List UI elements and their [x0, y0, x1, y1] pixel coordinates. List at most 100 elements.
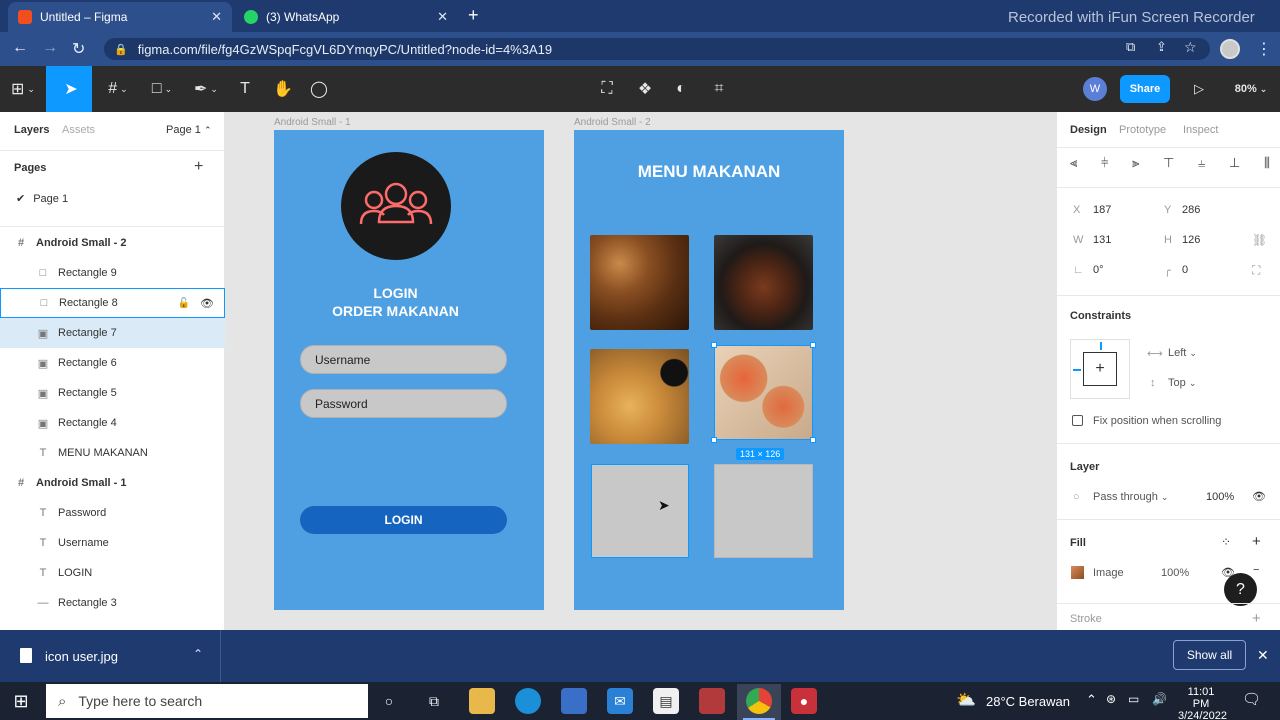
- share-button[interactable]: Share: [1120, 75, 1170, 103]
- layer-rectangle-6[interactable]: ▣ Rectangle 6: [0, 348, 225, 378]
- main-menu-icon[interactable]: ⊞ ⌄: [8, 78, 38, 100]
- user-avatar[interactable]: W: [1083, 77, 1107, 101]
- resize-handle[interactable]: [711, 437, 717, 443]
- tab-prototype[interactable]: Prototype: [1119, 124, 1166, 136]
- close-icon[interactable]: ✕: [1257, 647, 1269, 664]
- cortana-icon[interactable]: ○: [376, 688, 402, 714]
- page-selector[interactable]: Page 1 ⌃: [166, 124, 211, 136]
- share-page-icon[interactable]: ⇪: [1156, 39, 1167, 55]
- battery-icon[interactable]: ▭: [1128, 692, 1139, 706]
- forward-icon[interactable]: →: [42, 39, 58, 57]
- constrain-proportions-icon[interactable]: ⛓: [1252, 233, 1267, 247]
- layer-rectangle-5[interactable]: ▣ Rectangle 5: [0, 378, 225, 408]
- present-icon[interactable]: ▷: [1188, 78, 1210, 100]
- rectangle-9[interactable]: [714, 464, 813, 558]
- url-field[interactable]: 🔒 figma.com/file/fg4GzWSpqFcgVL6DYmqyPC/…: [104, 38, 1210, 60]
- layer-menu-makanan[interactable]: T MENU MAKANAN: [0, 438, 225, 468]
- y-field[interactable]: 286: [1182, 204, 1200, 216]
- close-icon[interactable]: ✕: [437, 9, 448, 25]
- store-icon[interactable]: [561, 688, 587, 714]
- layer-username[interactable]: T Username: [0, 528, 225, 558]
- h-field[interactable]: 126: [1182, 234, 1200, 246]
- vertical-constraint-dropdown[interactable]: Top ⌄: [1168, 377, 1196, 389]
- help-button[interactable]: ?: [1224, 573, 1257, 606]
- tab-design[interactable]: Design: [1070, 124, 1107, 136]
- pen-tool-icon[interactable]: ✒ ⌄: [190, 78, 222, 100]
- notification-icon[interactable]: 🗨: [1242, 690, 1261, 708]
- remove-fill-icon[interactable]: −: [1253, 564, 1259, 576]
- layer-rectangle-8[interactable]: □ Rectangle 8 🔓 👁: [0, 288, 225, 318]
- download-item[interactable]: icon user.jpg ⌃: [0, 630, 221, 682]
- align-top-icon[interactable]: ⊤: [1163, 155, 1174, 171]
- resize-handle[interactable]: [810, 437, 816, 443]
- eye-icon[interactable]: 👁: [200, 297, 214, 310]
- cursor-icon[interactable]: ➤: [56, 78, 86, 100]
- food-image-rectangle-5[interactable]: [714, 235, 813, 330]
- task-view-icon[interactable]: ⧉: [421, 688, 447, 714]
- comment-tool-icon[interactable]: ◯: [308, 78, 330, 100]
- username-field[interactable]: Username: [300, 345, 507, 374]
- weather-text[interactable]: 28°C Berawan: [986, 694, 1070, 709]
- weather-icon[interactable]: ⛅: [956, 690, 976, 710]
- styles-icon[interactable]: ⁘: [1221, 535, 1231, 549]
- align-bottom-icon[interactable]: ⊥: [1229, 155, 1240, 171]
- food-image-rectangle-6[interactable]: [590, 349, 689, 444]
- constraints-widget[interactable]: +: [1070, 339, 1130, 399]
- align-center-h-icon[interactable]: ⫩: [1101, 155, 1108, 171]
- rectangle-8[interactable]: [591, 464, 689, 558]
- chrome-taskbar-active[interactable]: [737, 684, 781, 720]
- profile-avatar[interactable]: [1220, 39, 1240, 59]
- crop-icon[interactable]: ⌗: [708, 78, 730, 100]
- reload-icon[interactable]: ↻: [72, 39, 85, 59]
- tab-whatsapp[interactable]: (3) WhatsApp ✕: [234, 2, 458, 32]
- tab-layers[interactable]: Layers: [14, 124, 49, 136]
- tab-figma[interactable]: Untitled – Figma ✕: [8, 2, 232, 32]
- add-fill-icon[interactable]: +: [1252, 533, 1261, 550]
- resize-handle[interactable]: [810, 342, 816, 348]
- frame2-label[interactable]: Android Small - 2: [574, 117, 651, 128]
- create-component-icon[interactable]: ❖: [634, 78, 656, 100]
- fill-opacity-field[interactable]: 100%: [1161, 567, 1189, 579]
- layer-login[interactable]: T LOGIN: [0, 558, 225, 588]
- radius-field[interactable]: 0: [1182, 264, 1188, 276]
- layer-opacity-field[interactable]: 100%: [1206, 491, 1234, 503]
- winrar-icon[interactable]: [699, 688, 725, 714]
- layer-rectangle-4[interactable]: ▣ Rectangle 4: [0, 408, 225, 438]
- password-field[interactable]: Password: [300, 389, 507, 418]
- recorder-icon[interactable]: ●: [791, 688, 817, 714]
- chevron-up-icon[interactable]: ⌃: [193, 647, 203, 661]
- taskbar-search-box[interactable]: ⌕ Type here to search: [46, 684, 368, 718]
- distribute-icon[interactable]: ⫼: [1264, 155, 1270, 171]
- volume-icon[interactable]: 🔊: [1152, 692, 1167, 706]
- layer-rectangle-3[interactable]: — Rectangle 3: [0, 588, 225, 618]
- mail-icon[interactable]: ✉: [607, 688, 633, 714]
- frame-tool-icon[interactable]: # ⌄: [102, 78, 134, 100]
- independent-corners-icon[interactable]: ⛶: [1252, 263, 1260, 278]
- food-image-rectangle-4[interactable]: [590, 235, 689, 330]
- show-all-button[interactable]: Show all: [1173, 640, 1246, 670]
- layer-rectangle-9[interactable]: □ Rectangle 9: [0, 258, 225, 288]
- horizontal-constraint-dropdown[interactable]: Left ⌄: [1168, 347, 1197, 359]
- document-icon[interactable]: ▤: [653, 688, 679, 714]
- text-tool-icon[interactable]: T: [234, 78, 256, 100]
- fill-type[interactable]: Image: [1093, 567, 1124, 579]
- clock[interactable]: 11:01 PM 3/24/2022: [1178, 686, 1227, 720]
- x-field[interactable]: 187: [1093, 204, 1111, 216]
- layer-password[interactable]: T Password: [0, 498, 225, 528]
- layer-rectangle-7[interactable]: ▣ Rectangle 7: [0, 318, 225, 348]
- tab-inspect[interactable]: Inspect: [1183, 124, 1218, 136]
- user-group-icon[interactable]: [341, 152, 451, 260]
- fix-position-checkbox[interactable]: [1072, 415, 1083, 426]
- back-icon[interactable]: ←: [12, 39, 28, 57]
- align-left-icon[interactable]: ⫷: [1070, 155, 1077, 171]
- network-icon[interactable]: ⊛: [1106, 692, 1116, 706]
- add-stroke-icon[interactable]: +: [1252, 610, 1261, 627]
- login-button[interactable]: LOGIN: [300, 506, 507, 534]
- layer-android-small-1[interactable]: # Android Small - 1: [0, 468, 225, 498]
- close-icon[interactable]: ✕: [211, 9, 222, 25]
- lock-icon[interactable]: 🔓: [178, 298, 190, 309]
- component-icon[interactable]: ⛶: [596, 78, 618, 100]
- page-item[interactable]: ✔ Page 1: [16, 192, 68, 205]
- w-field[interactable]: 131: [1093, 234, 1111, 246]
- windows-start-icon[interactable]: ⊞: [8, 688, 34, 714]
